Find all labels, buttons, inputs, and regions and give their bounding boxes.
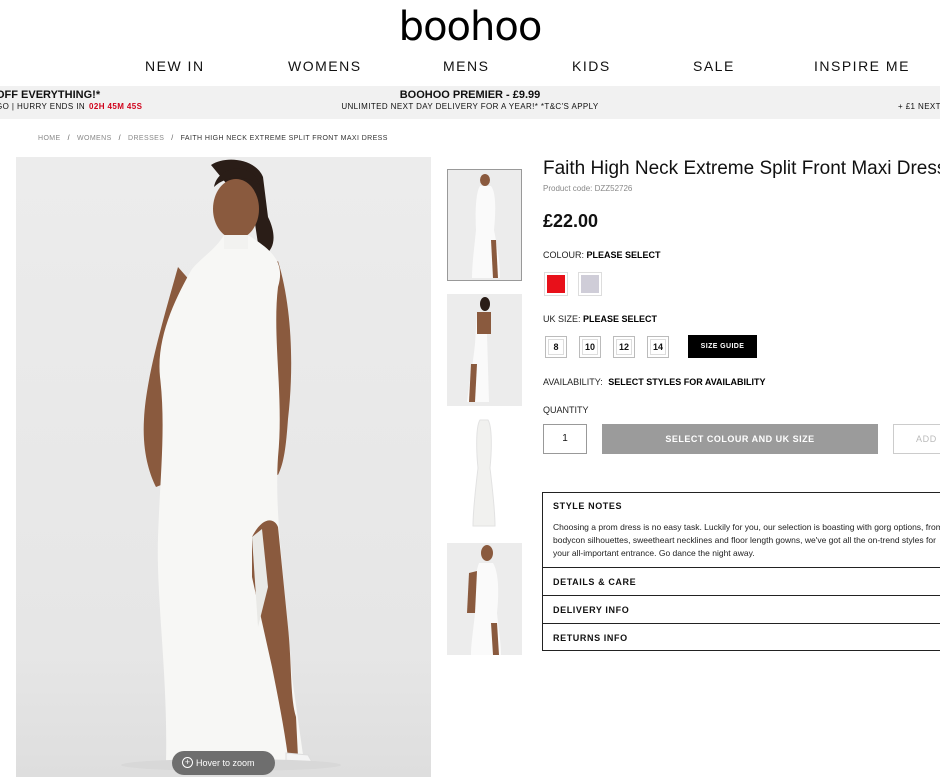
main-product-image[interactable]: [16, 157, 431, 777]
quantity-label: QUANTITY: [543, 405, 589, 415]
details-and-care-accordion[interactable]: DETAILS & CARE: [542, 567, 940, 596]
style-notes-title: STYLE NOTES: [553, 501, 623, 511]
returns-info-title: RETURNS INFO: [553, 633, 628, 643]
colour-label-text: COLOUR:: [543, 250, 585, 260]
size-option-12[interactable]: 12: [613, 336, 635, 358]
model-photo: [121, 159, 341, 771]
nav-sale[interactable]: SALE: [693, 58, 735, 74]
availability-value: SELECT STYLES FOR AVAILABILITY: [608, 377, 766, 387]
style-notes-section[interactable]: STYLE NOTES Choosing a prom dress is no …: [542, 492, 940, 568]
promo-banner[interactable]: OFF EVERYTHING!* GO | HURRY ENDS IN 02H 4…: [0, 86, 940, 119]
breadcrumb-separator: /: [118, 135, 122, 142]
breadcrumb-current: FAITH HIGH NECK EXTREME SPLIT FRONT MAXI…: [180, 135, 388, 142]
thumbnail-3[interactable]: [447, 418, 522, 530]
delivery-info-accordion[interactable]: DELIVERY INFO: [542, 595, 940, 624]
breadcrumb-separator: /: [171, 135, 174, 142]
details-and-care-title: DETAILS & CARE: [553, 577, 637, 587]
thumbnail-4[interactable]: [447, 543, 522, 655]
size-option-label: 10: [584, 342, 595, 352]
promo-premier-subtext: UNLIMITED NEXT DAY DELIVERY FOR A YEAR!*…: [341, 102, 599, 111]
product-price: £22.00: [543, 211, 599, 231]
size-option-14[interactable]: 14: [647, 336, 669, 358]
boohoo-logo[interactable]: boohoo: [0, 4, 940, 50]
thumbnail-2[interactable]: [447, 294, 522, 406]
colour-label: COLOUR: PLEASE SELECT: [543, 250, 661, 260]
breadcrumb: HOME / WOMENS / DRESSES / FAITH HIGH NECK EXTR…: [38, 135, 388, 142]
size-option-label: 12: [618, 342, 629, 352]
nav-womens[interactable]: WOMENS: [288, 58, 362, 74]
promo-next-day-text: + £1 NEXT: [898, 102, 940, 111]
size-label-text: UK SIZE:: [543, 314, 581, 324]
availability-label-text: AVAILABILITY:: [543, 377, 603, 387]
product-code: Product code: DZZ52726: [543, 184, 633, 193]
nav-kids[interactable]: KIDS: [572, 58, 611, 74]
breadcrumb-womens[interactable]: WOMENS: [77, 135, 112, 142]
zoom-icon: +: [182, 757, 193, 768]
quantity-field[interactable]: 1: [543, 424, 587, 454]
size-option-10[interactable]: 10: [579, 336, 601, 358]
colour-swatch-lilac[interactable]: [578, 272, 602, 296]
size-label: UK SIZE: PLEASE SELECT: [543, 314, 657, 324]
delivery-info-title: DELIVERY INFO: [553, 605, 630, 615]
size-option-label: 14: [652, 342, 663, 352]
product-title: Faith High Neck Extreme Split Front Maxi…: [543, 158, 940, 179]
thumbnail-photo: [472, 419, 496, 527]
size-guide-button[interactable]: SIZE GUIDE: [688, 335, 757, 358]
swatch-fill: [581, 275, 599, 293]
breadcrumb-dresses[interactable]: DRESSES: [128, 135, 164, 142]
swatch-fill: [547, 275, 565, 293]
colour-selection-value: PLEASE SELECT: [586, 250, 661, 260]
nav-new-in[interactable]: NEW IN: [145, 58, 205, 74]
select-colour-and-size-button[interactable]: SELECT COLOUR AND UK SIZE: [602, 424, 878, 454]
style-notes-text: Choosing a prom dress is no easy task. L…: [553, 522, 940, 558]
size-selection-value: PLEASE SELECT: [583, 314, 658, 324]
returns-info-accordion[interactable]: RETURNS INFO: [542, 623, 940, 651]
nav-inspire-me[interactable]: INSPIRE ME: [814, 58, 910, 74]
availability-label: AVAILABILITY: SELECT STYLES FOR AVAILABI…: [543, 377, 766, 387]
thumbnail-photo: [467, 545, 501, 655]
add-to-bag-button[interactable]: ADD: [893, 424, 940, 454]
zoom-hint-label: Hover to zoom: [196, 758, 255, 768]
colour-swatch-red[interactable]: [544, 272, 568, 296]
breadcrumb-separator: /: [67, 135, 70, 142]
promo-premier-headline: BOOHOO PREMIER - £9.99: [399, 89, 541, 101]
main-nav: NEW IN WOMENS MENS KIDS SALE INSPIRE ME: [0, 58, 940, 76]
hover-to-zoom-hint: + Hover to zoom: [172, 751, 275, 775]
thumbnail-1[interactable]: [447, 169, 522, 281]
size-option-8[interactable]: 8: [545, 336, 567, 358]
size-option-label: 8: [553, 342, 559, 352]
thumbnail-photo: [467, 297, 491, 402]
breadcrumb-home[interactable]: HOME: [38, 135, 61, 142]
thumbnail-photo: [472, 174, 500, 278]
nav-mens[interactable]: MENS: [443, 58, 489, 74]
